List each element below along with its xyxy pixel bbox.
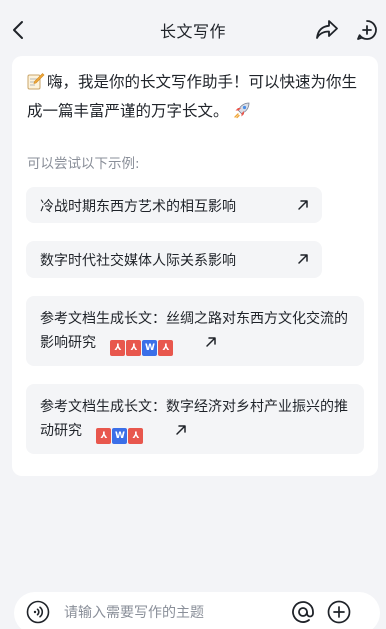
pdf-file-icon: ⅄ [158, 340, 174, 356]
word-file-icon: W [142, 340, 158, 356]
arrow-up-right-icon [176, 425, 186, 435]
example-prompt-4[interactable]: 参考文档生成长文：数字经济对乡村产业振兴的推动研究 ⅄ W ⅄ [26, 384, 364, 454]
new-chat-plus-icon [357, 20, 377, 40]
example-prompt-2[interactable]: 数字时代社交媒体人际关系影响 [26, 241, 322, 278]
attached-files: ⅄ ⅄ W ⅄ [110, 340, 174, 356]
voice-input-button[interactable] [26, 600, 50, 624]
memo-pencil-icon [27, 73, 45, 90]
composer [14, 592, 380, 629]
page-title: 长文写作 [159, 22, 226, 41]
arrow-up-right-icon [298, 254, 308, 264]
pdf-file-icon: ⅄ [126, 340, 142, 356]
share-arrow-icon [316, 20, 338, 39]
at-icon [292, 601, 314, 623]
attached-files: ⅄ W ⅄ [96, 428, 144, 444]
chevron-left-icon [13, 21, 23, 39]
pdf-file-icon: ⅄ [128, 428, 144, 444]
arrow-up-right-icon [206, 337, 216, 347]
example-label: 数字时代社交媒体人际关系影响 [40, 253, 236, 269]
topic-input[interactable] [64, 601, 284, 625]
examples-hint: 可以尝试以下示例: [27, 156, 140, 172]
mention-button[interactable] [290, 599, 316, 625]
greeting-message: 嗨，我是你的长文写作助手！可以快速为你生成一篇丰富严谨的万字长文。 [27, 68, 367, 126]
pdf-file-icon: ⅄ [110, 340, 126, 356]
new-chat-button[interactable] [354, 17, 380, 43]
plus-circle-icon [327, 600, 351, 624]
assistant-card: 嗨，我是你的长文写作助手！可以快速为你生成一篇丰富严谨的万字长文。 可以尝试以下… [12, 56, 378, 476]
word-file-icon: W [112, 428, 128, 444]
arrow-up-right-icon [298, 200, 308, 210]
example-label: 参考文档生成长文：丝绸之路对东西方文化交流的影响研究 [40, 311, 348, 351]
voice-icon [26, 600, 50, 624]
pdf-file-icon: ⅄ [96, 428, 112, 444]
back-button[interactable] [8, 16, 28, 44]
rocket-icon [234, 102, 250, 119]
greeting-text: 嗨，我是你的长文写作助手！可以快速为你生成一篇丰富严谨的万字长文。 [27, 73, 358, 120]
add-attachment-button[interactable] [326, 599, 352, 625]
example-label: 参考文档生成长文：数字经济对乡村产业振兴的推动研究 [40, 399, 348, 439]
example-label: 冷战时期东西方艺术的相互影响 [40, 199, 236, 215]
top-bar: 长文写作 [0, 0, 386, 60]
share-button[interactable] [314, 17, 340, 43]
example-prompt-3[interactable]: 参考文档生成长文：丝绸之路对东西方文化交流的影响研究 ⅄ ⅄ W ⅄ [26, 296, 364, 366]
example-prompt-1[interactable]: 冷战时期东西方艺术的相互影响 [26, 187, 322, 223]
